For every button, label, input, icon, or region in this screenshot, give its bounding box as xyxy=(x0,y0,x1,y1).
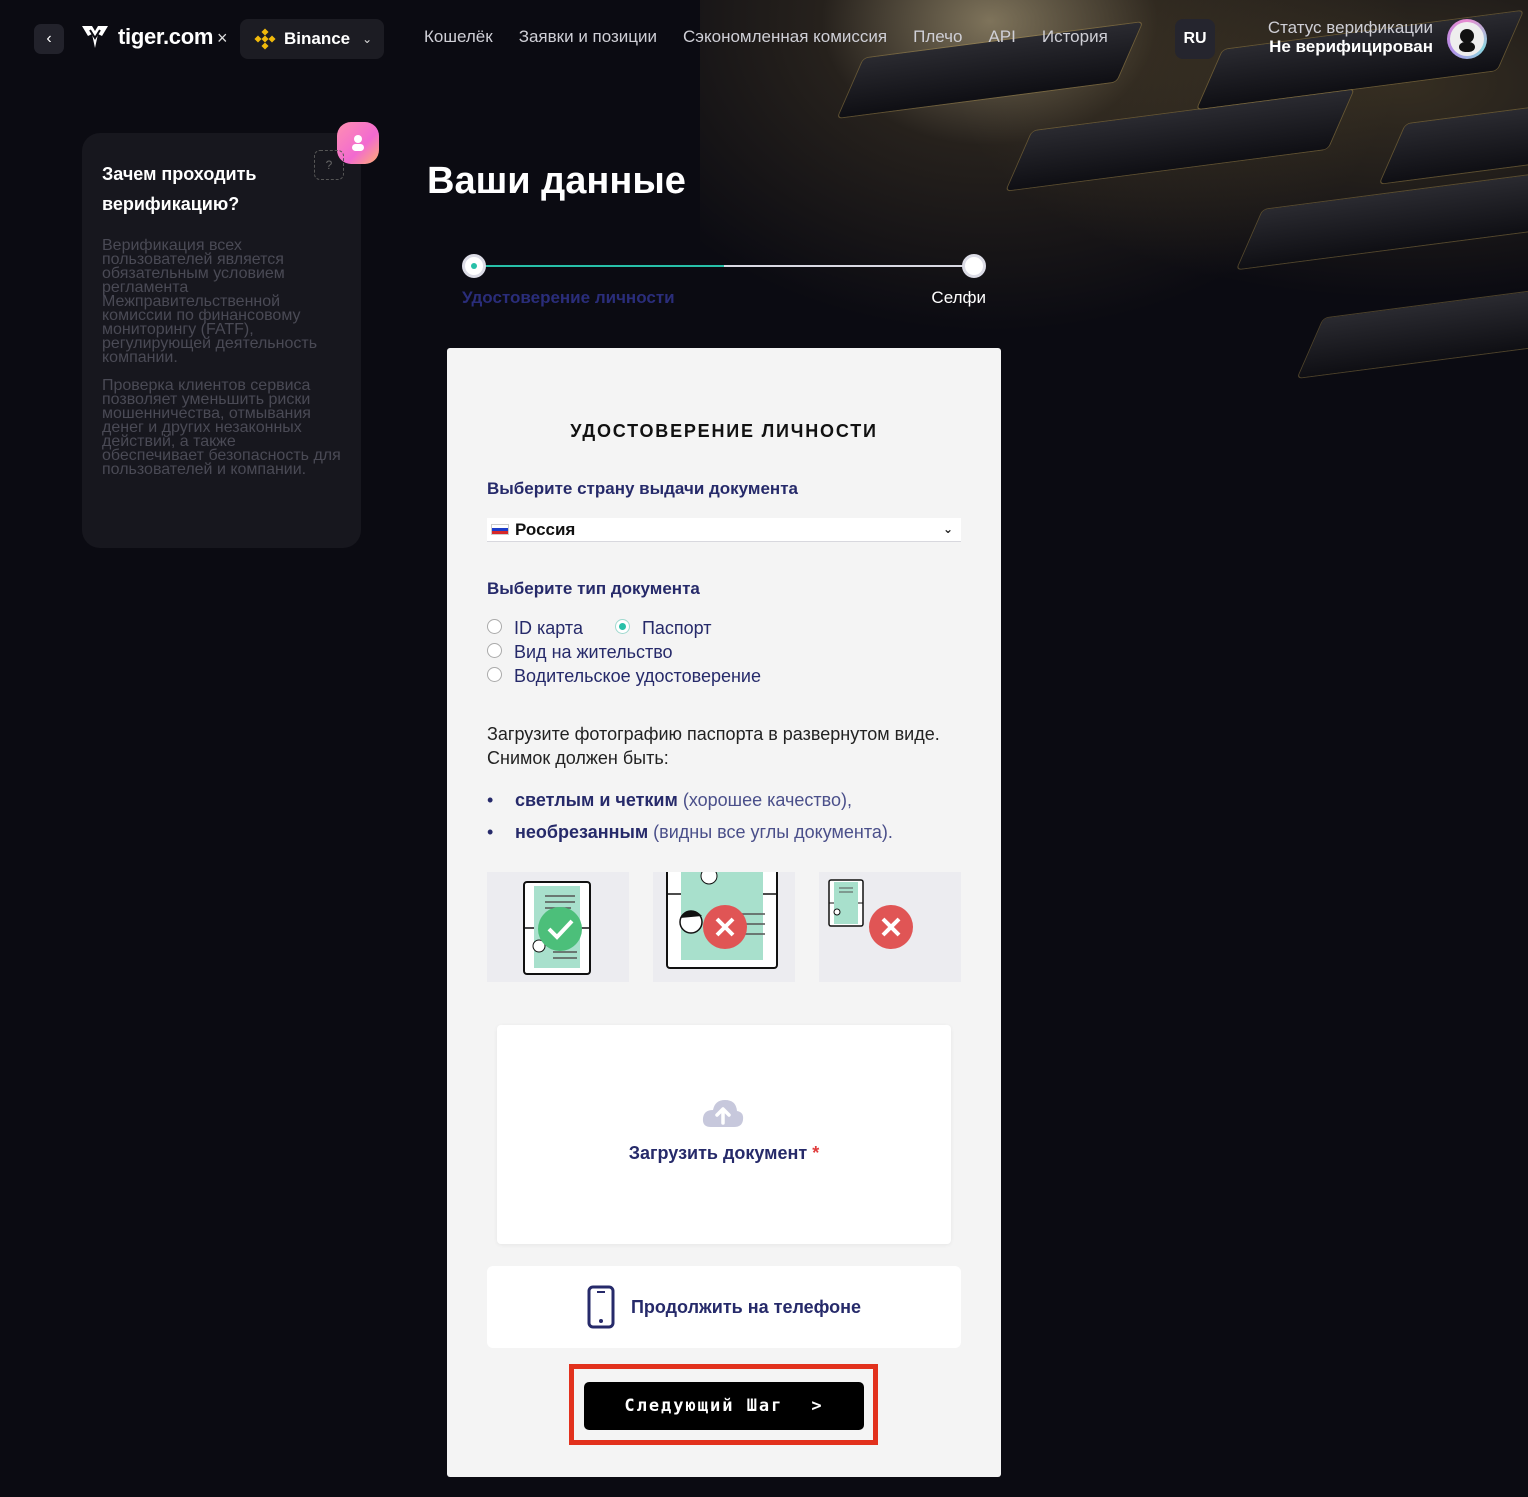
radio-driver-license[interactable]: Водительское удостоверение xyxy=(487,664,761,688)
main-nav: Кошелёк Заявки и позиции Сэкономленная к… xyxy=(424,27,1108,47)
tiger-logo-icon xyxy=(82,26,108,48)
exchange-selector[interactable]: Binance ⌄ xyxy=(240,19,384,59)
example-too-small-image xyxy=(819,872,961,982)
sidebar-paragraph: Проверка клиентов сервиса позволяет умен… xyxy=(102,377,341,478)
verification-status-label: Статус верификации xyxy=(1267,18,1433,37)
list-item: • необрезанным (видны все углы документа… xyxy=(487,821,893,842)
nav-leverage[interactable]: Плечо xyxy=(913,27,962,47)
verification-status[interactable]: Статус верификации Не верифицирован xyxy=(1268,18,1433,56)
brand-name: tiger.com xyxy=(118,24,214,49)
chevron-down-icon: ⌄ xyxy=(942,522,953,536)
radio-label: Водительское удостоверение xyxy=(514,665,761,686)
step-dot-selfie xyxy=(962,254,986,278)
chevron-left-icon: ‹ xyxy=(46,30,52,47)
step-label-id: Удостоверение личности xyxy=(462,288,675,307)
step-dot-id xyxy=(462,254,486,278)
photo-examples xyxy=(487,872,961,982)
verification-status-value: Не верифицирован xyxy=(1269,37,1433,56)
nav-orders-positions[interactable]: Заявки и позиции xyxy=(519,27,657,47)
radio-circle[interactable] xyxy=(487,618,502,634)
verification-info-panel: ? Зачем проходить верификацию? Верификац… xyxy=(82,122,379,548)
next-step-label: Следующий Шаг xyxy=(624,1396,784,1416)
country-select[interactable]: Россия ⌄ xyxy=(487,518,961,542)
avatar[interactable] xyxy=(1447,19,1487,59)
radio-circle-checked[interactable] xyxy=(614,618,630,634)
radio-passport[interactable]: Паспорт xyxy=(614,616,712,640)
example-correct-image xyxy=(487,872,629,982)
country-label: Выберите страну выдачи документа xyxy=(487,479,798,498)
nav-api[interactable]: API xyxy=(988,27,1015,47)
stepper-line xyxy=(474,265,974,267)
cloud-upload-icon xyxy=(702,1100,744,1127)
requirement-rest: (хорошее качество), xyxy=(682,789,852,810)
radio-circle[interactable] xyxy=(487,666,502,682)
nav-history[interactable]: История xyxy=(1042,27,1108,47)
sidebar-paragraph: Верификация всех пользователей является … xyxy=(102,237,318,366)
step-label-selfie: Селфи xyxy=(931,288,986,307)
continue-on-phone-button[interactable]: Продолжить на телефоне xyxy=(487,1266,961,1348)
back-button[interactable]: ‹ xyxy=(34,24,64,54)
required-mark: * xyxy=(812,1143,820,1163)
radio-id-card[interactable]: ID карта xyxy=(487,616,583,640)
sidebar-text: Верификация всех пользователей является … xyxy=(102,237,341,478)
country-value: Россия xyxy=(515,519,576,539)
user-avatar-icon xyxy=(1450,22,1484,56)
upload-label: Загрузить документ * xyxy=(497,1143,951,1164)
requirement-bold: необрезанным xyxy=(515,821,649,842)
doc-type-radio-group: ID карта Паспорт Вид на жительство Водит… xyxy=(487,616,761,688)
radio-label: ID карта xyxy=(514,617,583,638)
requirement-bold: светлым и четким xyxy=(515,789,678,810)
arrow-right-icon: > xyxy=(811,1396,824,1416)
form-title: УДОСТОВЕРЕНИЕ ЛИЧНОСТИ xyxy=(570,421,878,441)
smartphone-icon xyxy=(587,1285,615,1329)
top-header: ‹ tiger.com × Binance ⌄ Кошелёк Заявки и… xyxy=(0,0,1528,78)
nav-saved-commission[interactable]: Сэкономленная комиссия xyxy=(683,27,887,47)
radio-circle[interactable] xyxy=(487,642,502,658)
chevron-down-icon: ⌄ xyxy=(362,32,373,46)
list-item: • светлым и четким (хорошее качество), xyxy=(487,789,852,810)
radio-label: Паспорт xyxy=(641,617,712,638)
brand-logo[interactable]: tiger.com xyxy=(80,22,213,52)
sidebar-title: Зачем проходить верификацию? xyxy=(102,164,257,214)
progress-stepper: Удостоверение личности Селфи xyxy=(462,254,992,314)
upload-label-text: Загрузить документ xyxy=(628,1143,808,1163)
doc-type-label: Выберите тип документа xyxy=(487,579,700,598)
next-step-button[interactable]: Следующий Шаг > xyxy=(584,1382,864,1430)
continue-on-phone-label: Продолжить на телефоне xyxy=(630,1296,862,1317)
requirement-rest: (видны все углы документа). xyxy=(653,821,893,842)
id-document-form: УДОСТОВЕРЕНИЕ ЛИЧНОСТИ Выберите страну в… xyxy=(447,348,1001,1477)
nav-wallet[interactable]: Кошелёк xyxy=(424,27,493,47)
radio-label: Вид на жительство xyxy=(514,641,673,662)
upload-dropzone[interactable]: Загрузить документ * xyxy=(497,1025,951,1244)
page-title: Ваши данные xyxy=(427,160,686,202)
radio-residence-permit[interactable]: Вид на жительство xyxy=(487,640,761,664)
requirements-list: • светлым и четким (хорошее качество), •… xyxy=(487,784,893,848)
example-cropped-image xyxy=(653,872,795,982)
russia-flag-icon xyxy=(491,524,509,535)
language-button[interactable]: RU xyxy=(1175,19,1215,59)
help-icon[interactable]: ? xyxy=(314,150,344,180)
exchange-label: Binance xyxy=(284,29,351,48)
upload-instructions: Загрузите фотографию паспорта в разверну… xyxy=(487,724,940,768)
brand-separator: × xyxy=(217,28,228,48)
binance-icon xyxy=(254,28,276,50)
